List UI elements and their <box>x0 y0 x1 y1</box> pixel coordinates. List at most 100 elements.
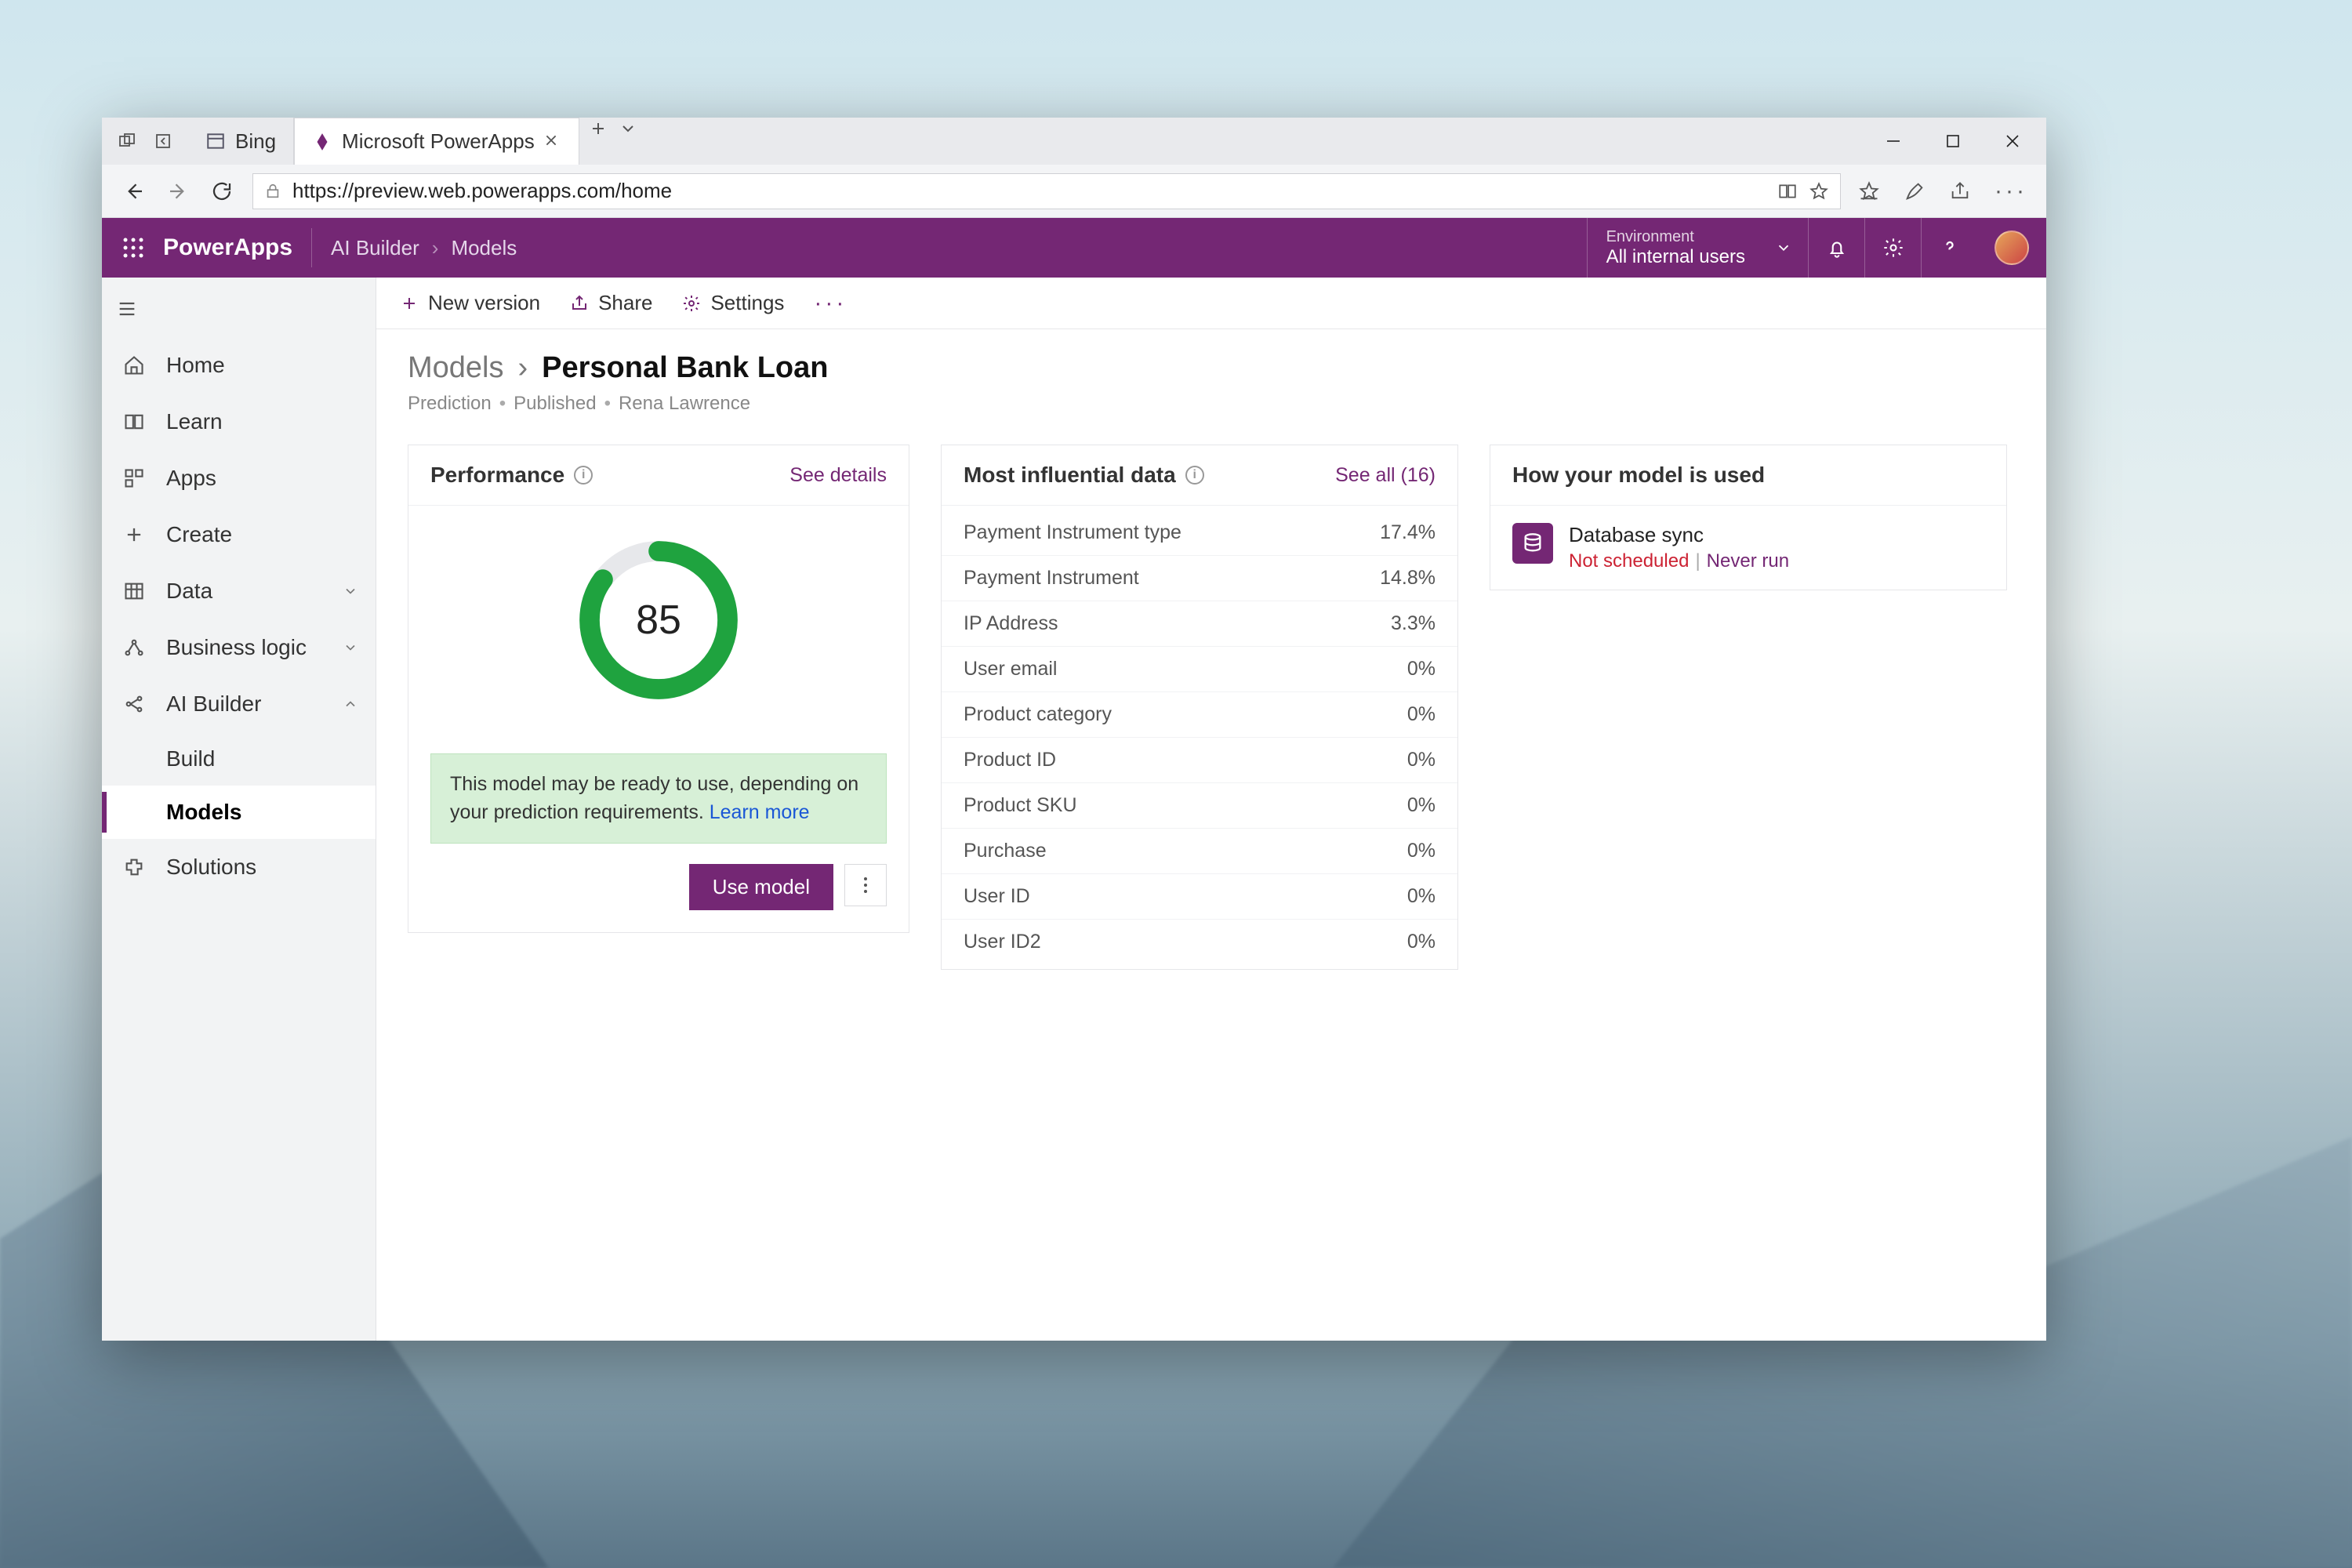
notifications-icon[interactable] <box>1808 218 1864 278</box>
card-influential-data: Most influential data i See all (16) Pay… <box>941 445 1458 970</box>
page-meta: Prediction Published Rena Lawrence <box>408 393 2015 415</box>
sidebar-item-label: Business logic <box>166 635 307 660</box>
page-meta-item: Prediction <box>408 393 492 415</box>
browser-menu-icon[interactable]: ··· <box>1994 178 2027 205</box>
tab-actions-icon[interactable] <box>116 130 138 152</box>
nav-forward-button[interactable] <box>165 178 191 205</box>
card-performance: Performance i See details 85 <box>408 445 909 933</box>
ai-icon <box>121 691 147 717</box>
sidebar-item-ai-builder[interactable]: AI Builder <box>102 676 376 732</box>
browser-tab-bing[interactable]: Bing <box>188 118 294 165</box>
row-label: User ID <box>964 885 1030 908</box>
usage-item-title: Database sync <box>1569 523 1789 547</box>
tab-overflow-icon[interactable] <box>617 118 639 140</box>
learn-more-link[interactable]: Learn more <box>710 801 810 823</box>
chevron-right-icon: › <box>432 236 439 260</box>
cmd-label: Share <box>598 291 652 315</box>
sidebar-item-solutions[interactable]: Solutions <box>102 839 376 895</box>
help-icon[interactable] <box>1921 218 1977 278</box>
sidebar-item-label: Data <box>166 579 212 604</box>
table-icon <box>121 578 147 604</box>
environment-picker[interactable]: Environment All internal users <box>1587 218 1808 278</box>
database-icon <box>1512 523 1553 564</box>
sidebar-item-create[interactable]: Create <box>102 506 376 563</box>
main-content: New version Share Settings ··· Models › … <box>376 278 2046 1341</box>
left-nav: Home Learn Apps Create Data Business logic AI … <box>102 278 376 1341</box>
grid-icon <box>121 465 147 492</box>
sidebar-subitem-models[interactable]: Models <box>102 786 376 839</box>
influential-data-row: Payment Instrument type17.4% <box>942 510 1457 556</box>
plus-icon <box>400 294 419 313</box>
cmd-label: New version <box>428 291 540 315</box>
favorites-hub-icon[interactable] <box>1858 180 1880 202</box>
cmd-settings[interactable]: Settings <box>682 291 784 315</box>
page-meta-item: Published <box>499 393 597 415</box>
info-icon[interactable]: i <box>1185 466 1204 485</box>
window-minimize-button[interactable] <box>1882 129 1905 153</box>
window-close-button[interactable] <box>2001 129 2024 153</box>
tab-close-icon[interactable] <box>544 133 561 151</box>
gear-icon <box>682 294 701 313</box>
breadcrumb-item[interactable]: AI Builder <box>331 236 419 260</box>
row-value: 17.4% <box>1380 521 1436 544</box>
sidebar-item-home[interactable]: Home <box>102 337 376 394</box>
never-run-link[interactable]: Never run <box>1707 550 1789 572</box>
url-input[interactable] <box>292 179 1766 203</box>
app-brand[interactable]: PowerApps <box>157 228 312 267</box>
influential-data-row: Product category0% <box>942 692 1457 738</box>
chevron-down-icon <box>1775 239 1792 256</box>
page-crumb-parent[interactable]: Models <box>408 351 504 385</box>
reading-view-icon[interactable] <box>1777 181 1798 201</box>
see-details-link[interactable]: See details <box>789 464 887 487</box>
row-label: User email <box>964 658 1057 681</box>
sidebar-item-label: Create <box>166 522 232 547</box>
favorite-star-icon[interactable] <box>1809 181 1829 201</box>
sidebar-subitem-build[interactable]: Build <box>102 732 376 786</box>
row-value: 14.8% <box>1380 567 1436 590</box>
sidebar-item-learn[interactable]: Learn <box>102 394 376 450</box>
row-value: 0% <box>1407 658 1436 681</box>
usage-item[interactable]: Database sync Not scheduled | Never run <box>1512 523 1984 572</box>
info-icon[interactable]: i <box>574 466 593 485</box>
share-page-icon[interactable] <box>1949 180 1971 202</box>
sidebar-item-business-logic[interactable]: Business logic <box>102 619 376 676</box>
browser-tab-label: Microsoft PowerApps <box>342 129 535 154</box>
influential-data-row: Payment Instrument14.8% <box>942 556 1457 601</box>
row-value: 0% <box>1407 749 1436 771</box>
cmd-new-version[interactable]: New version <box>400 291 540 315</box>
notes-icon[interactable] <box>1904 180 1926 202</box>
window-maximize-button[interactable] <box>1941 129 1965 153</box>
chevron-up-icon <box>343 696 358 712</box>
cmd-overflow[interactable]: ··· <box>814 290 847 317</box>
sidebar-item-label: Solutions <box>166 855 256 880</box>
row-value: 0% <box>1407 703 1436 726</box>
header-breadcrumbs: AI Builder › Models <box>312 236 517 260</box>
breadcrumb-item[interactable]: Models <box>451 236 517 260</box>
app-launcher-icon[interactable] <box>110 224 157 271</box>
book-icon <box>121 408 147 435</box>
sidebar-item-data[interactable]: Data <box>102 563 376 619</box>
influential-data-row: User ID20% <box>942 920 1457 964</box>
separator: | <box>1695 550 1700 572</box>
more-actions-button[interactable] <box>844 864 887 906</box>
user-avatar[interactable] <box>1994 230 2029 265</box>
nav-refresh-button[interactable] <box>209 178 235 205</box>
row-value: 0% <box>1407 885 1436 908</box>
sidebar-item-apps[interactable]: Apps <box>102 450 376 506</box>
nav-collapse-icon[interactable] <box>105 287 149 331</box>
chevron-down-icon <box>343 640 358 655</box>
cmd-label: Settings <box>710 291 784 315</box>
sidebar-item-label: AI Builder <box>166 691 261 717</box>
chevron-right-icon: › <box>518 351 528 385</box>
browser-tab-powerapps[interactable]: Microsoft PowerApps <box>294 118 579 165</box>
cmd-share[interactable]: Share <box>570 291 652 315</box>
home-icon <box>121 352 147 379</box>
row-value: 0% <box>1407 794 1436 817</box>
see-all-link[interactable]: See all (16) <box>1335 464 1436 487</box>
set-aside-icon[interactable] <box>152 130 174 152</box>
new-tab-button[interactable] <box>587 118 609 140</box>
nav-back-button[interactable] <box>121 178 147 205</box>
sidebar-item-label: Learn <box>166 409 223 434</box>
use-model-button[interactable]: Use model <box>689 864 833 910</box>
settings-gear-icon[interactable] <box>1864 218 1921 278</box>
